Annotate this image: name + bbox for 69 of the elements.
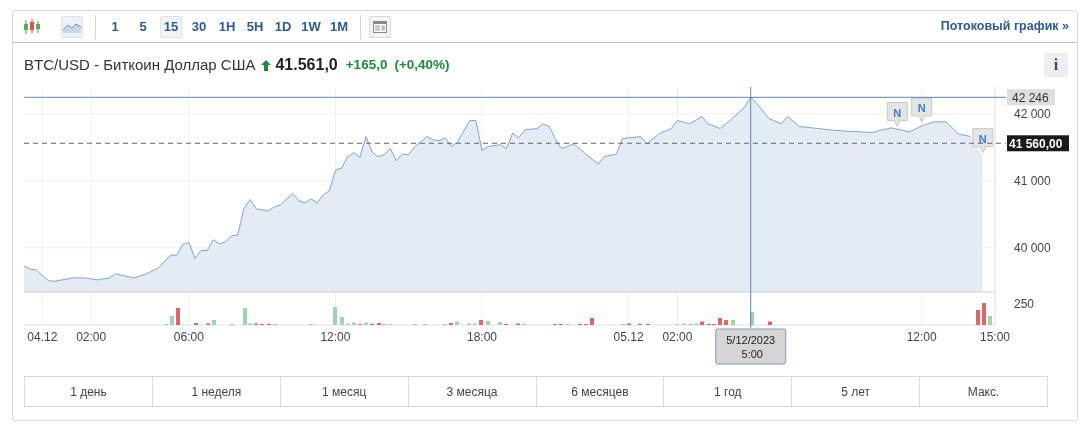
axis-label: 05.12 — [613, 330, 644, 344]
axis-label: 12:00 — [320, 330, 351, 344]
volume-bar — [590, 318, 594, 325]
candlestick-icon — [23, 18, 41, 35]
volume-bar — [455, 321, 459, 325]
interval-tab[interactable]: 5 — [132, 15, 154, 38]
range-button[interactable]: 1 день — [24, 376, 153, 407]
volume-bar — [340, 317, 344, 325]
range-button[interactable]: 1 год — [664, 376, 793, 407]
volume-bar — [976, 310, 980, 325]
chart-type-button[interactable] — [61, 15, 83, 38]
range-button[interactable]: 1 неделя — [152, 376, 281, 407]
volume-bar — [170, 316, 174, 325]
range-button[interactable]: 1 месяц — [280, 376, 409, 407]
interval-tab[interactable]: 5H — [244, 15, 266, 38]
date-tooltip: 5/12/2023 5:00 — [715, 328, 787, 365]
table-view-button[interactable] — [369, 15, 391, 38]
volume-bar — [364, 322, 368, 325]
volume-bar — [333, 307, 337, 325]
range-button[interactable]: 6 месяцев — [536, 376, 665, 407]
price-label: 42 246 — [1007, 89, 1055, 106]
interval-tab[interactable]: 15 — [160, 15, 182, 38]
volume-bar — [486, 321, 490, 325]
table-icon — [373, 20, 387, 33]
volume-bar — [498, 322, 502, 325]
axis-label: 42 000 — [1014, 106, 1051, 121]
interval-tab[interactable]: 1H — [216, 15, 238, 38]
range-button[interactable]: 3 месяца — [408, 376, 537, 407]
volume-bar — [352, 322, 356, 325]
volume-bar — [731, 320, 735, 325]
ref-line-label: 41 560,00 — [1009, 136, 1063, 151]
current-price-label: 41 560,00 — [1007, 135, 1069, 152]
volume-bar — [750, 312, 754, 325]
info-button[interactable]: i — [1044, 53, 1068, 77]
volume-bar — [212, 320, 216, 325]
axis-label: 04.12 — [27, 330, 58, 344]
axis-label: 12:00 — [906, 330, 937, 344]
axis-label: 02:00 — [662, 330, 693, 344]
volume-bar — [768, 321, 772, 325]
axis-label: 18:00 — [467, 330, 498, 344]
annotation: N — [893, 106, 902, 119]
volume-bar — [724, 320, 728, 325]
axis-label: 06:00 — [173, 330, 204, 344]
volume-bar — [988, 316, 992, 325]
interval-tab[interactable]: 30 — [188, 15, 210, 38]
axis-label: 41 000 — [1014, 173, 1051, 188]
streaming-chart-link[interactable]: Потоковый график » — [940, 17, 1069, 36]
ref-line-label: 5/12/2023 5:00 — [726, 334, 776, 360]
annotation: N — [917, 101, 926, 114]
interval-tab[interactable]: 1D — [272, 15, 294, 38]
axis-label: 250 — [1014, 297, 1035, 311]
annotation: N — [978, 132, 987, 145]
instrument-name: BTC/USD - Биткоин Доллар США — [24, 54, 256, 75]
axis-label: 40 000 — [1014, 240, 1051, 255]
axis-label: 02:00 — [76, 330, 107, 344]
last-price: 41.561,0 — [275, 55, 338, 75]
interval-tab[interactable]: 1M — [328, 15, 350, 38]
volume-bar — [982, 303, 986, 325]
interval-tab[interactable]: 1 — [104, 15, 126, 38]
ref-line-label: 42 246 — [1012, 90, 1050, 105]
volume-bar — [718, 318, 722, 325]
price-change-percent: (+0,40%) — [394, 55, 450, 74]
interval-tab[interactable]: 1W — [300, 15, 322, 38]
volume-bar — [479, 320, 483, 325]
volume-bar — [176, 308, 180, 325]
range-button[interactable]: Макс. — [920, 376, 1048, 407]
axis-label: 15:00 — [980, 330, 1010, 344]
price-change: +165,0 — [345, 55, 388, 74]
range-button[interactable]: 5 лет — [792, 376, 921, 407]
